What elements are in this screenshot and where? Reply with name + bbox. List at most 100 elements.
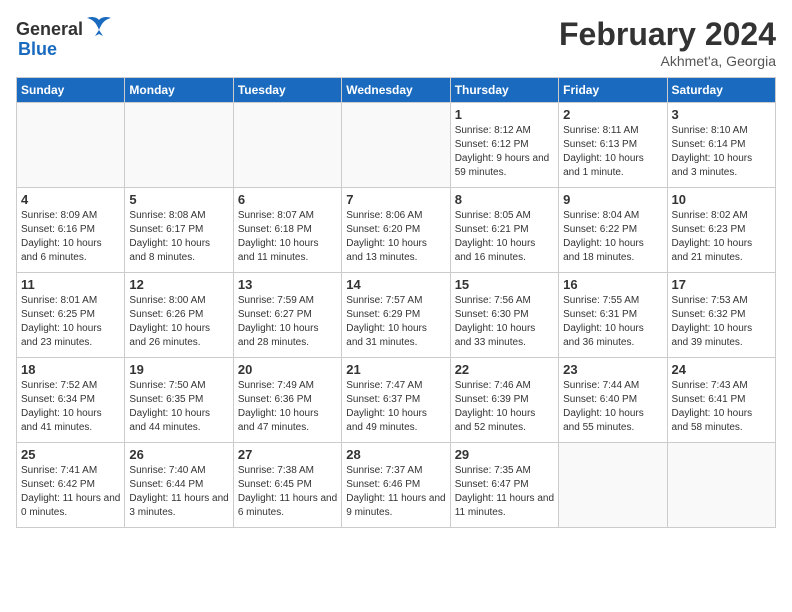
cell-w5-d2: 26 Sunrise: 7:40 AMSunset: 6:44 PMDayligh… xyxy=(125,443,233,528)
day-number: 12 xyxy=(129,277,228,292)
col-sunday: Sunday xyxy=(17,78,125,103)
day-number: 18 xyxy=(21,362,120,377)
cell-w2-d5: 8Sunrise: 8:05 AMSunset: 6:21 PMDaylight… xyxy=(450,188,558,273)
day-info: Sunrise: 7:56 AMSunset: 6:30 PMDaylight:… xyxy=(455,294,554,350)
day-info: Sunrise: 8:12 AMSunset: 6:12 PMDaylight:… xyxy=(455,124,554,180)
cell-w1-d3 xyxy=(233,103,341,188)
day-number: 2 xyxy=(563,107,662,122)
cell-w5-d1: 25 Sunrise: 7:41 AMSunset: 6:42 PMDayligh… xyxy=(17,443,125,528)
day-info: Sunrise: 8:02 AMSunset: 6:23 PMDaylight:… xyxy=(672,209,771,265)
logo-bird-icon xyxy=(85,16,113,38)
cell-w3-d6: 16 Sunrise: 7:55 AMSunset: 6:31 PMDayligh… xyxy=(559,273,667,358)
cell-w3-d3: 13 Sunrise: 7:59 AMSunset: 6:27 PMDayligh… xyxy=(233,273,341,358)
cell-w4-d2: 19Sunrise: 7:50 AMSunset: 6:35 PMDayligh… xyxy=(125,358,233,443)
day-number: 14 xyxy=(346,277,445,292)
location-subtitle: Akhmet'a, Georgia xyxy=(559,53,776,69)
cell-w5-d4: 28 Sunrise: 7:37 AMSunset: 6:46 PMDayligh… xyxy=(342,443,450,528)
day-number: 10 xyxy=(672,192,771,207)
day-info: Sunrise: 8:06 AMSunset: 6:20 PMDaylight:… xyxy=(346,209,445,265)
cell-w3-d5: 15 Sunrise: 7:56 AMSunset: 6:30 PMDayligh… xyxy=(450,273,558,358)
day-number: 3 xyxy=(672,107,771,122)
cell-w4-d4: 21 Sunrise: 7:47 AMSunset: 6:37 PMDayligh… xyxy=(342,358,450,443)
day-info: Sunrise: 7:57 AMSunset: 6:29 PMDaylight:… xyxy=(346,294,445,350)
title-section: February 2024 Akhmet'a, Georgia xyxy=(559,16,776,69)
cell-w4-d3: 20 Sunrise: 7:49 AMSunset: 6:36 PMDayligh… xyxy=(233,358,341,443)
cell-w3-d2: 12 Sunrise: 8:00 AMSunset: 6:26 PMDayligh… xyxy=(125,273,233,358)
cell-w5-d6 xyxy=(559,443,667,528)
cell-w2-d1: 4 Sunrise: 8:09 AMSunset: 6:16 PMDaylight… xyxy=(17,188,125,273)
cell-w5-d5: 29Sunrise: 7:35 AMSunset: 6:47 PMDayligh… xyxy=(450,443,558,528)
col-saturday: Saturday xyxy=(667,78,775,103)
cell-w2-d6: 9Sunrise: 8:04 AMSunset: 6:22 PMDaylight… xyxy=(559,188,667,273)
cell-w1-d5: 1 Sunrise: 8:12 AMSunset: 6:12 PMDaylight… xyxy=(450,103,558,188)
page-header: General Blue February 2024 Akhmet'a, Geo… xyxy=(16,16,776,69)
day-info: Sunrise: 8:09 AMSunset: 6:16 PMDaylight:… xyxy=(21,209,120,265)
cell-w5-d3: 27 Sunrise: 7:38 AMSunset: 6:45 PMDayligh… xyxy=(233,443,341,528)
cell-w2-d4: 7 Sunrise: 8:06 AMSunset: 6:20 PMDaylight… xyxy=(342,188,450,273)
cell-w1-d6: 2 Sunrise: 8:11 AMSunset: 6:13 PMDaylight… xyxy=(559,103,667,188)
day-info: Sunrise: 8:07 AMSunset: 6:18 PMDaylight:… xyxy=(238,209,337,265)
calendar-table: Sunday Monday Tuesday Wednesday Thursday… xyxy=(16,77,776,528)
week-row-4: 18Sunrise: 7:52 AMSunset: 6:34 PMDayligh… xyxy=(17,358,776,443)
day-number: 6 xyxy=(238,192,337,207)
day-info: Sunrise: 8:08 AMSunset: 6:17 PMDaylight:… xyxy=(129,209,228,265)
day-info: Sunrise: 8:00 AMSunset: 6:26 PMDaylight:… xyxy=(129,294,228,350)
cell-w3-d1: 11Sunrise: 8:01 AMSunset: 6:25 PMDayligh… xyxy=(17,273,125,358)
day-info: Sunrise: 7:53 AMSunset: 6:32 PMDaylight:… xyxy=(672,294,771,350)
logo-general-text: General xyxy=(16,19,83,40)
day-info: Sunrise: 8:11 AMSunset: 6:13 PMDaylight:… xyxy=(563,124,662,180)
day-number: 23 xyxy=(563,362,662,377)
day-info: Sunrise: 7:37 AMSunset: 6:46 PMDaylight:… xyxy=(346,464,445,520)
cell-w4-d1: 18Sunrise: 7:52 AMSunset: 6:34 PMDayligh… xyxy=(17,358,125,443)
day-info: Sunrise: 8:10 AMSunset: 6:14 PMDaylight:… xyxy=(672,124,771,180)
day-number: 20 xyxy=(238,362,337,377)
day-number: 21 xyxy=(346,362,445,377)
cell-w4-d7: 24 Sunrise: 7:43 AMSunset: 6:41 PMDayligh… xyxy=(667,358,775,443)
day-number: 15 xyxy=(455,277,554,292)
day-number: 24 xyxy=(672,362,771,377)
col-thursday: Thursday xyxy=(450,78,558,103)
day-info: Sunrise: 7:46 AMSunset: 6:39 PMDaylight:… xyxy=(455,379,554,435)
day-info: Sunrise: 7:41 AMSunset: 6:42 PMDaylight:… xyxy=(21,464,120,520)
day-info: Sunrise: 7:50 AMSunset: 6:35 PMDaylight:… xyxy=(129,379,228,435)
day-info: Sunrise: 7:35 AMSunset: 6:47 PMDaylight:… xyxy=(455,464,554,520)
day-number: 16 xyxy=(563,277,662,292)
day-info: Sunrise: 7:55 AMSunset: 6:31 PMDaylight:… xyxy=(563,294,662,350)
cell-w2-d2: 5Sunrise: 8:08 AMSunset: 6:17 PMDaylight… xyxy=(125,188,233,273)
cell-w3-d7: 17 Sunrise: 7:53 AMSunset: 6:32 PMDayligh… xyxy=(667,273,775,358)
day-info: Sunrise: 7:38 AMSunset: 6:45 PMDaylight:… xyxy=(238,464,337,520)
col-tuesday: Tuesday xyxy=(233,78,341,103)
cell-w5-d7 xyxy=(667,443,775,528)
day-number: 4 xyxy=(21,192,120,207)
day-number: 25 xyxy=(21,447,120,462)
day-number: 11 xyxy=(21,277,120,292)
cell-w2-d7: 10 Sunrise: 8:02 AMSunset: 6:23 PMDayligh… xyxy=(667,188,775,273)
day-number: 1 xyxy=(455,107,554,122)
day-number: 28 xyxy=(346,447,445,462)
day-info: Sunrise: 8:05 AMSunset: 6:21 PMDaylight:… xyxy=(455,209,554,265)
day-info: Sunrise: 7:49 AMSunset: 6:36 PMDaylight:… xyxy=(238,379,337,435)
day-number: 13 xyxy=(238,277,337,292)
day-info: Sunrise: 7:44 AMSunset: 6:40 PMDaylight:… xyxy=(563,379,662,435)
week-row-5: 25 Sunrise: 7:41 AMSunset: 6:42 PMDayligh… xyxy=(17,443,776,528)
day-info: Sunrise: 7:59 AMSunset: 6:27 PMDaylight:… xyxy=(238,294,337,350)
cell-w1-d2 xyxy=(125,103,233,188)
col-friday: Friday xyxy=(559,78,667,103)
col-wednesday: Wednesday xyxy=(342,78,450,103)
day-number: 26 xyxy=(129,447,228,462)
day-number: 17 xyxy=(672,277,771,292)
cell-w2-d3: 6 Sunrise: 8:07 AMSunset: 6:18 PMDaylight… xyxy=(233,188,341,273)
week-row-1: 1 Sunrise: 8:12 AMSunset: 6:12 PMDaylight… xyxy=(17,103,776,188)
day-number: 27 xyxy=(238,447,337,462)
day-info: Sunrise: 7:43 AMSunset: 6:41 PMDaylight:… xyxy=(672,379,771,435)
day-info: Sunrise: 7:47 AMSunset: 6:37 PMDaylight:… xyxy=(346,379,445,435)
cell-w4-d6: 23 Sunrise: 7:44 AMSunset: 6:40 PMDayligh… xyxy=(559,358,667,443)
logo-blue-text: Blue xyxy=(18,39,57,60)
col-monday: Monday xyxy=(125,78,233,103)
cell-w1-d7: 3 Sunrise: 8:10 AMSunset: 6:14 PMDaylight… xyxy=(667,103,775,188)
month-year-title: February 2024 xyxy=(559,16,776,53)
day-number: 9 xyxy=(563,192,662,207)
day-number: 7 xyxy=(346,192,445,207)
cell-w1-d1 xyxy=(17,103,125,188)
day-info: Sunrise: 7:40 AMSunset: 6:44 PMDaylight:… xyxy=(129,464,228,520)
